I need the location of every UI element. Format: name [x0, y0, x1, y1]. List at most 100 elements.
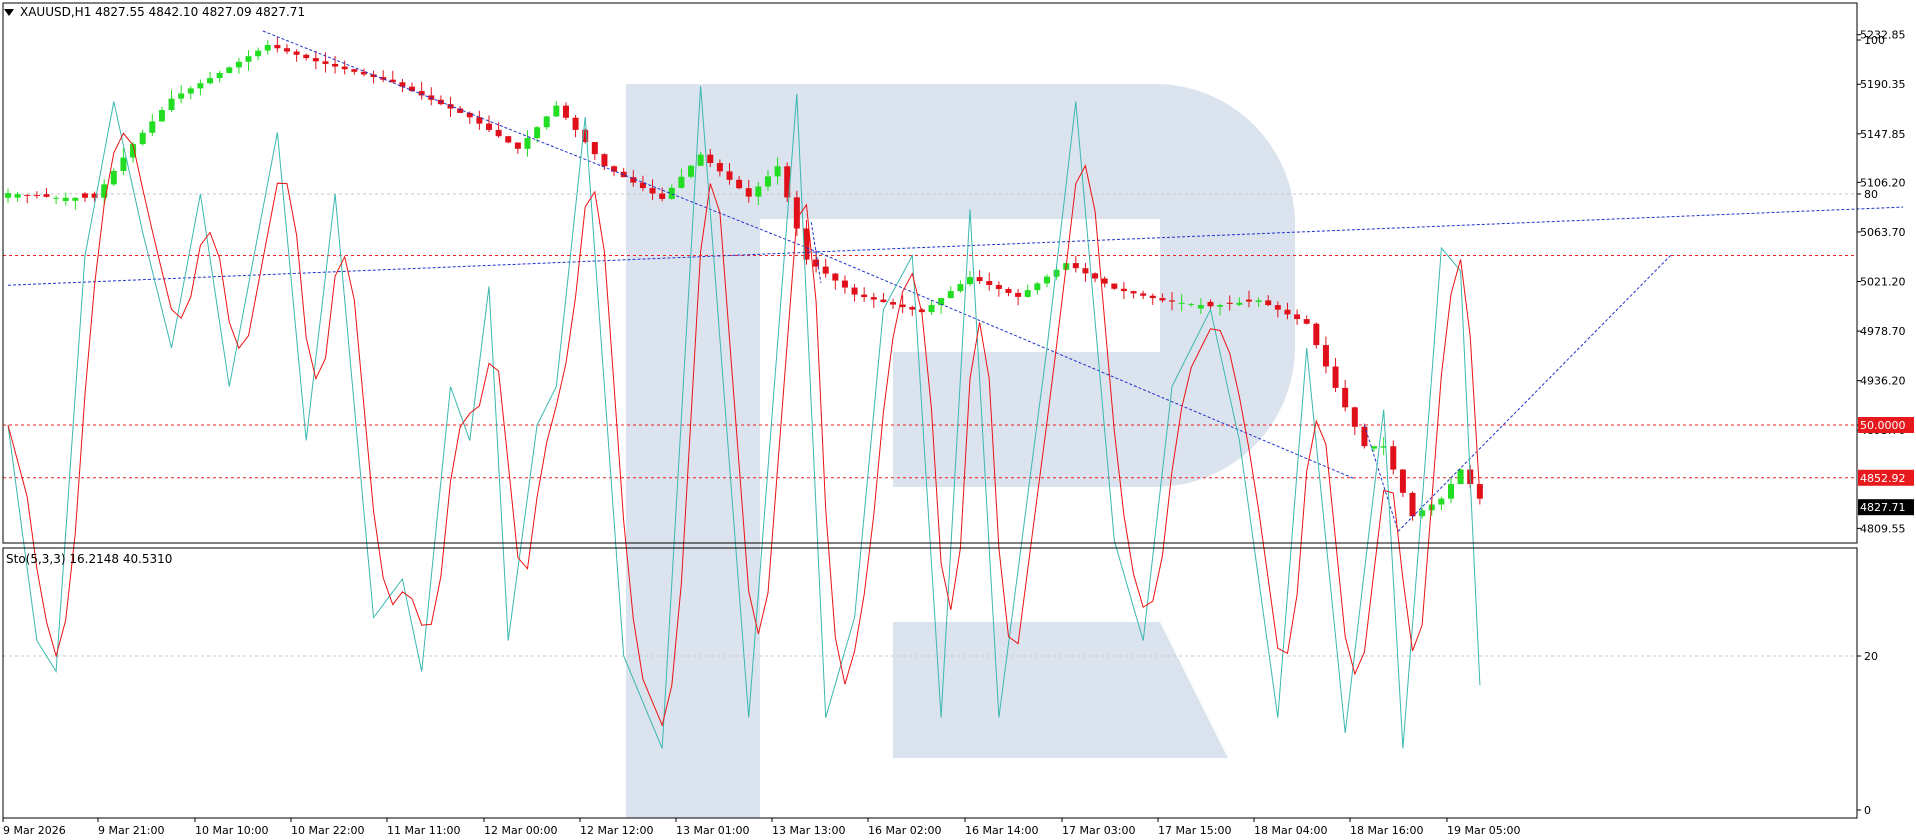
time-tick-label: 11 Mar 11:00 [387, 824, 460, 837]
candle-body-bear [351, 69, 358, 72]
candle-body-bear [293, 51, 300, 55]
candle-body-bull [1438, 498, 1445, 505]
candle-body-bear [1399, 469, 1406, 493]
time-tick-label: 18 Mar 16:00 [1350, 824, 1423, 837]
time-tick-label: 10 Mar 22:00 [291, 824, 364, 837]
candle-body-bear [1015, 292, 1022, 297]
dropdown-triangle-icon[interactable] [4, 9, 14, 16]
candle-body-bear [505, 136, 512, 143]
candle-body-bull [1457, 469, 1464, 485]
current-price-label: 4827.71 [1860, 501, 1906, 514]
candle-body-bear [1322, 345, 1329, 367]
price-tick-label: 5063.70 [1860, 226, 1906, 239]
candle-body-bear [841, 280, 848, 288]
candle-body-bear [1111, 283, 1118, 289]
candle-body-bull [1034, 283, 1041, 291]
candle-body-bull [235, 61, 242, 68]
price-axis: 5232.855190.355147.855106.205063.705021.… [1857, 29, 1914, 817]
candle-body-bear [312, 58, 319, 62]
symbol-ohlc-text: XAUUSD,H1 4827.55 4842.10 4827.09 4827.7… [20, 5, 306, 19]
candle-body-bull [197, 83, 204, 89]
candle-body-bear [1294, 314, 1301, 320]
candle-body-bear [1274, 305, 1281, 310]
candle-body-bear [303, 54, 310, 59]
time-tick-label: 19 Mar 05:00 [1447, 824, 1520, 837]
candle-body-bear [341, 66, 348, 70]
candle-body-bull [110, 170, 117, 185]
candle-body-bear [399, 82, 406, 87]
candle-body-bull [1178, 302, 1185, 304]
candle-body-bear [659, 193, 666, 199]
time-axis: 9 Mar 2026 9 Mar 21:00 10 Mar 10:00 10 Mar … [2, 818, 1520, 837]
candle-body-bull [678, 176, 685, 188]
chart-canvas: 5232.855190.355147.855106.205063.705021.… [2, 2, 1914, 837]
candle-body-bear [1101, 278, 1108, 284]
candle-body-bear [1092, 273, 1099, 279]
candle-body-bear [851, 287, 858, 295]
candle-body-bull [928, 305, 935, 313]
candle-body-bull [534, 127, 541, 138]
time-tick-label: 17 Mar 15:00 [1158, 824, 1231, 837]
candle-body-bull [14, 194, 21, 198]
candle-body-bear [1120, 288, 1127, 292]
time-tick-label: 18 Mar 04:00 [1254, 824, 1327, 837]
candle-body-bull [139, 132, 146, 145]
candle-body-bull [1197, 305, 1204, 309]
price-tick-label: 5190.35 [1860, 78, 1906, 91]
candle-body-bull [1053, 269, 1060, 277]
stochastic-tick-label: 20 [1864, 650, 1878, 663]
candle-body-bull [688, 165, 695, 177]
candle-body-bear [1159, 298, 1166, 301]
candle-body-bull [168, 98, 175, 111]
candle-body-bull [1236, 302, 1243, 305]
candle-body-bear [1149, 295, 1156, 299]
price-tick-label: 5147.85 [1860, 128, 1906, 141]
price-tick-label: 5021.20 [1860, 276, 1906, 289]
candle-body-bull [245, 56, 252, 62]
candle-body-bear [1303, 319, 1310, 324]
price-tick-label: 4809.55 [1860, 522, 1906, 535]
candle-body-bull [1217, 305, 1224, 307]
candle-body-bear [601, 154, 608, 167]
candle-body-bear [1265, 300, 1272, 306]
candle-body-bull [120, 157, 127, 171]
indicator-header: Sto(5,3,3) 16.2148 40.5310 [6, 552, 173, 566]
watermark-r-leg [893, 622, 1228, 758]
candle-body-bear [1332, 366, 1339, 388]
candle-body-bull [543, 116, 550, 128]
time-tick-label: 16 Mar 02:00 [868, 824, 941, 837]
rbc-watermark-logo [626, 84, 1295, 818]
time-tick-label: 13 Mar 01:00 [676, 824, 749, 837]
candle-body-bear [1313, 323, 1320, 346]
candle-body-bear [880, 299, 887, 303]
candle-body-bull [957, 284, 964, 292]
candle-body-bull [1043, 276, 1050, 284]
candle-body-bull [149, 121, 156, 133]
candle-body-bear [33, 195, 40, 197]
candle-body-bear [899, 304, 906, 308]
candle-body-bear [649, 188, 656, 194]
candle-body-bear [1245, 299, 1252, 302]
candle-body-bear [890, 302, 897, 305]
candle-body-bull [774, 166, 781, 177]
time-tick-label: 17 Mar 03:00 [1062, 824, 1135, 837]
candle-body-bear [861, 294, 868, 298]
candle-body-bull [53, 197, 60, 199]
candle-body-bear [322, 61, 329, 64]
candle-body-bull [553, 105, 560, 117]
time-tick-label: 12 Mar 12:00 [580, 824, 653, 837]
candle-body-bear [1351, 407, 1358, 427]
candle-body-bear [745, 188, 752, 197]
candle-body-bull [697, 154, 704, 166]
candle-body-bull [5, 193, 11, 198]
candle-body-bear [995, 285, 1002, 289]
candle-body-bull [967, 277, 973, 285]
candle-body-bull [1448, 484, 1454, 499]
trendline [810, 222, 822, 283]
candle-body-bear [447, 104, 454, 109]
candle-body-bull [72, 197, 79, 201]
candle-body-bear [274, 44, 281, 49]
candle-body-bull [947, 291, 954, 299]
candle-body-bear [572, 117, 579, 130]
stochastic-level-tag-label: 50.0000 [1860, 419, 1906, 432]
